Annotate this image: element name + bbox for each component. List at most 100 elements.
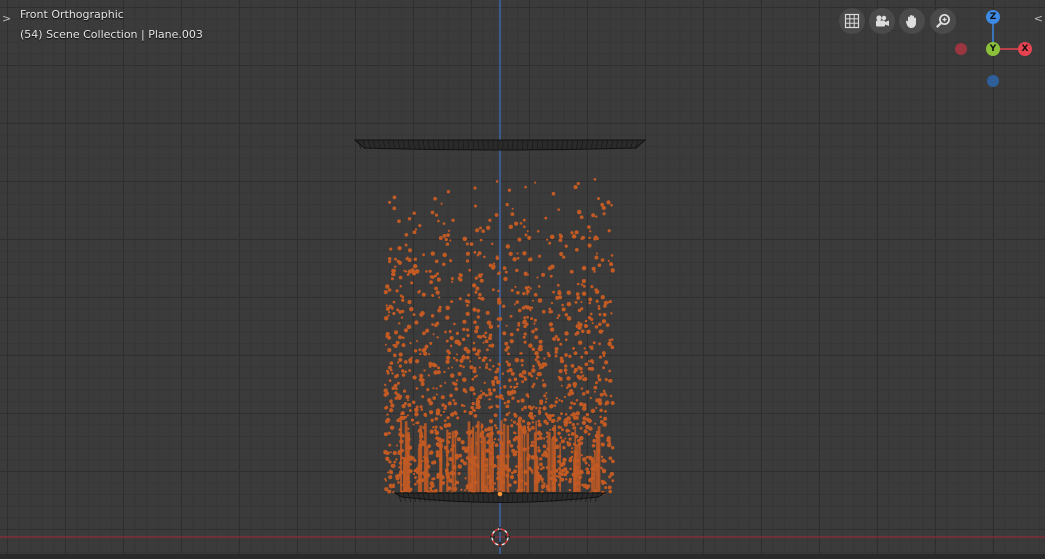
particle bbox=[541, 379, 545, 382]
particle bbox=[610, 312, 613, 315]
gizmo-z-axis[interactable]: Z bbox=[986, 10, 1000, 24]
gizmo-negative-x-axis[interactable] bbox=[955, 43, 967, 55]
particle bbox=[541, 466, 545, 470]
particle bbox=[553, 404, 557, 407]
particle bbox=[472, 307, 477, 312]
particle bbox=[502, 304, 506, 308]
gizmo-y-axis[interactable]: Y bbox=[986, 42, 1000, 56]
particle bbox=[490, 265, 496, 270]
particle bbox=[482, 334, 486, 338]
particle bbox=[554, 350, 558, 354]
camera-view-button[interactable] bbox=[869, 8, 895, 34]
particle bbox=[532, 299, 534, 302]
particle bbox=[598, 322, 602, 327]
particle bbox=[557, 208, 560, 211]
particle bbox=[478, 356, 481, 360]
particle bbox=[457, 276, 461, 280]
particle bbox=[551, 191, 556, 196]
particle-streak bbox=[523, 427, 526, 492]
particle bbox=[403, 401, 408, 406]
gizmo-x-axis[interactable]: X bbox=[1018, 42, 1032, 56]
particle bbox=[448, 329, 452, 334]
particle-streak bbox=[573, 458, 575, 492]
particle bbox=[446, 190, 451, 194]
toolbar-toggle-arrow[interactable]: > bbox=[2, 12, 11, 25]
particle bbox=[479, 238, 483, 242]
particle bbox=[505, 324, 508, 327]
gizmo-negative-z-axis[interactable] bbox=[987, 75, 999, 87]
particle bbox=[551, 413, 555, 417]
emitter-plane-mesh[interactable] bbox=[353, 139, 647, 151]
particle-streak bbox=[506, 425, 510, 492]
particle bbox=[525, 393, 530, 397]
toggle-grid-view-button[interactable] bbox=[839, 8, 865, 34]
particle bbox=[505, 244, 511, 249]
particle bbox=[569, 456, 573, 460]
particle bbox=[505, 202, 509, 207]
particle bbox=[484, 356, 488, 360]
particle bbox=[435, 321, 440, 326]
particle bbox=[513, 469, 517, 474]
particle bbox=[565, 428, 570, 433]
particle bbox=[508, 224, 514, 230]
particle bbox=[474, 329, 479, 334]
particle bbox=[475, 402, 480, 407]
particle bbox=[580, 301, 583, 304]
object-origin bbox=[497, 491, 503, 497]
particle bbox=[385, 304, 388, 307]
particle bbox=[576, 374, 580, 379]
particle-streak bbox=[553, 451, 556, 492]
zoom-icon bbox=[936, 14, 950, 28]
particle bbox=[559, 436, 563, 439]
particle bbox=[598, 355, 603, 359]
particle bbox=[477, 296, 481, 300]
particle bbox=[420, 381, 425, 387]
particle bbox=[476, 308, 481, 313]
particle bbox=[388, 200, 392, 204]
particle bbox=[606, 442, 612, 448]
particle bbox=[385, 419, 389, 424]
particle bbox=[459, 364, 463, 368]
particle bbox=[608, 338, 612, 342]
particle bbox=[429, 481, 435, 486]
particle bbox=[476, 335, 480, 338]
particle bbox=[510, 288, 514, 292]
particle bbox=[490, 343, 495, 348]
collision-plane-mesh[interactable] bbox=[393, 491, 607, 503]
particle bbox=[587, 243, 592, 248]
particle bbox=[398, 322, 401, 325]
particle bbox=[534, 327, 538, 332]
particle bbox=[600, 455, 604, 459]
particle bbox=[475, 286, 480, 291]
particle bbox=[449, 259, 453, 263]
3d-viewport[interactable]: > < Front Orthographic (54) Scene Collec… bbox=[0, 0, 1045, 559]
particle bbox=[564, 353, 568, 357]
particle bbox=[511, 389, 514, 392]
particle bbox=[550, 404, 554, 408]
particle bbox=[576, 209, 582, 215]
particle bbox=[473, 250, 477, 254]
particle bbox=[534, 358, 538, 362]
scene-canvas[interactable] bbox=[0, 0, 1045, 559]
particle bbox=[481, 358, 486, 363]
particle bbox=[533, 292, 538, 297]
particle bbox=[591, 266, 596, 271]
particle bbox=[515, 450, 518, 454]
particle bbox=[608, 489, 612, 494]
particle bbox=[556, 337, 561, 342]
particle bbox=[456, 437, 462, 442]
particle bbox=[564, 313, 569, 317]
particle bbox=[404, 415, 408, 419]
particle bbox=[534, 335, 539, 340]
particle bbox=[404, 370, 408, 374]
particle bbox=[509, 314, 513, 318]
pan-view-button[interactable] bbox=[899, 8, 925, 34]
particle bbox=[606, 200, 611, 205]
active-collection-label: (54) Scene Collection | Plane.003 bbox=[20, 28, 203, 41]
particle-streak bbox=[471, 448, 473, 492]
particle bbox=[419, 352, 422, 356]
particle bbox=[521, 407, 524, 410]
particle bbox=[514, 432, 517, 435]
particle-system[interactable] bbox=[383, 178, 615, 496]
particle bbox=[539, 462, 543, 467]
